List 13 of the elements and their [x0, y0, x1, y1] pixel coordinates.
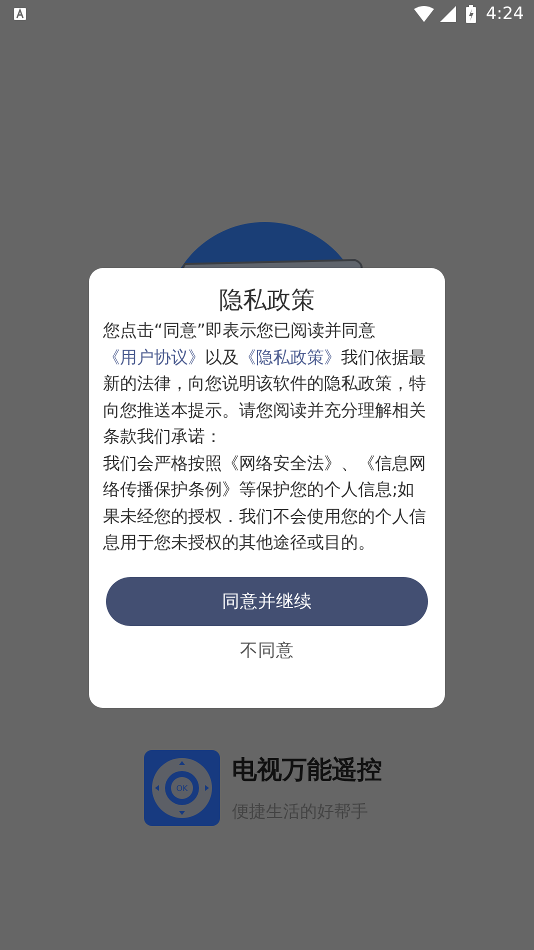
agree-button[interactable]: 同意并继续: [106, 576, 428, 626]
wifi-icon: [414, 6, 434, 22]
signal-icon: [440, 6, 456, 22]
clock-time: 4:24: [486, 4, 524, 24]
disagree-button[interactable]: 不同意: [234, 636, 300, 664]
battery-icon: [466, 5, 476, 23]
policy-link[interactable]: 《隐私政策》: [239, 348, 341, 368]
app-name: 电视万能遥控: [232, 754, 382, 786]
policy-text: 您点击“同意”即表示您已阅读并同意 《用户协议》以及《隐私政策》我们依据最新的法律，向您说明该软件的隐私政策，特向您推送本提示。请您阅读并充分理解相关条款我们承诺： 我们会严格按照《网络安全法》、《信息网络传播保护条例》等保护您的个人信息;如果未经您的授权．我们不会使用您的个人信息用于您未授权的其他途径或目的。: [103, 320, 427, 555]
remote-control-icon: OK: [144, 750, 220, 826]
notification-icon: [14, 8, 26, 20]
policy-link[interactable]: 《用户协议》: [103, 348, 205, 368]
dialog-title: 隐私政策: [219, 285, 315, 316]
